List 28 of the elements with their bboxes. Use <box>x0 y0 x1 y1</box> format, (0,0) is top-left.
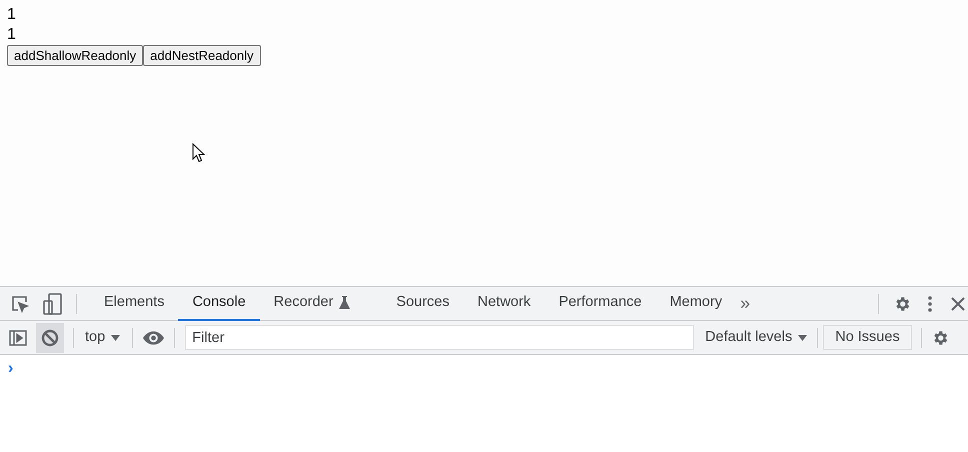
flask-icon <box>339 296 350 309</box>
counter-text: 1 <box>7 5 16 25</box>
devtools-tab[interactable]: Performance <box>544 286 656 320</box>
caret-icon <box>798 334 808 340</box>
counter-text: 1 <box>7 25 16 45</box>
page-button[interactable]: addShallowReadonly <box>7 45 144 66</box>
sidebar-toggle-icon[interactable] <box>9 330 27 346</box>
more-options-icon[interactable] <box>928 296 932 312</box>
context-dropdown[interactable]: top <box>83 326 122 348</box>
close-icon[interactable] <box>951 296 965 310</box>
issues-button[interactable]: No Issues <box>823 325 912 350</box>
log-levels-dropdown[interactable]: Default levels <box>705 326 808 348</box>
devtools-tab[interactable]: Elements <box>90 286 178 320</box>
page-button[interactable]: addNestReadonly <box>143 45 261 66</box>
inspect-icon[interactable] <box>10 294 30 314</box>
caret-icon <box>111 334 120 340</box>
console-prompt[interactable]: › <box>8 360 14 377</box>
device-toggle-icon[interactable] <box>43 292 63 314</box>
mouse-cursor-icon <box>192 143 205 163</box>
more-tabs-button[interactable]: » <box>740 290 750 317</box>
devtools-tab[interactable]: Recorder <box>260 286 382 320</box>
devtools-tab[interactable]: Sources <box>382 286 464 320</box>
filter-field[interactable]: Filter <box>185 325 694 350</box>
devtools-tab[interactable]: Network <box>464 286 545 320</box>
eye-icon[interactable] <box>143 330 164 344</box>
block-icon <box>41 328 59 346</box>
clear-console-button[interactable] <box>36 322 64 352</box>
devtools-tab[interactable]: Memory <box>656 286 736 320</box>
